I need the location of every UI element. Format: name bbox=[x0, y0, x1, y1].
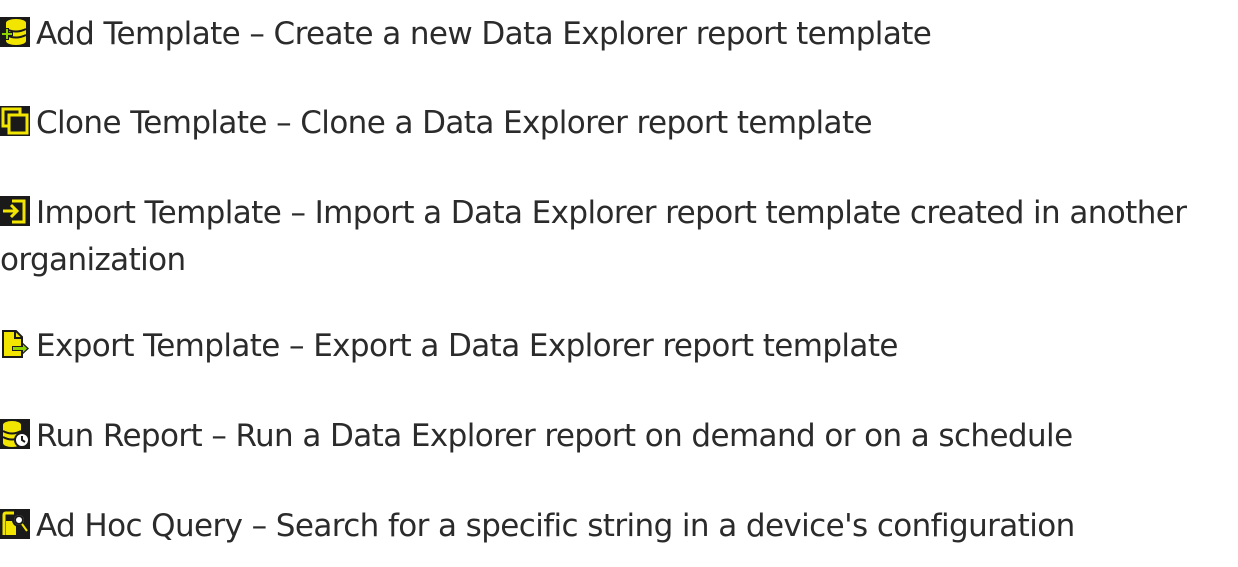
list-item-text: Ad Hoc Query – Search for a specific str… bbox=[36, 508, 1075, 544]
ad-hoc-query-icon bbox=[0, 509, 30, 539]
list-item-text: Import Template – Import a Data Explorer… bbox=[0, 195, 1187, 278]
list-item-add-template: Add Template – Create a new Data Explore… bbox=[0, 11, 1232, 58]
import-icon bbox=[0, 196, 30, 226]
list-item-text: Export Template – Export a Data Explorer… bbox=[36, 328, 898, 364]
list-item-import-template: Import Template – Import a Data Explorer… bbox=[0, 190, 1232, 284]
export-icon bbox=[0, 329, 30, 359]
list-item-run-report: Run Report – Run a Data Explorer report … bbox=[0, 413, 1232, 460]
list-item-text: Add Template – Create a new Data Explore… bbox=[36, 16, 932, 52]
clone-icon bbox=[0, 106, 30, 136]
list-item-export-template: Export Template – Export a Data Explorer… bbox=[0, 323, 1232, 370]
database-add-icon bbox=[0, 17, 30, 47]
list-item-ad-hoc-query: Ad Hoc Query – Search for a specific str… bbox=[0, 503, 1232, 550]
list-item-clone-template: Clone Template – Clone a Data Explorer r… bbox=[0, 100, 1232, 147]
list-item-text: Run Report – Run a Data Explorer report … bbox=[36, 418, 1073, 454]
list-item-text: Clone Template – Clone a Data Explorer r… bbox=[36, 105, 873, 141]
run-report-icon bbox=[0, 419, 30, 449]
